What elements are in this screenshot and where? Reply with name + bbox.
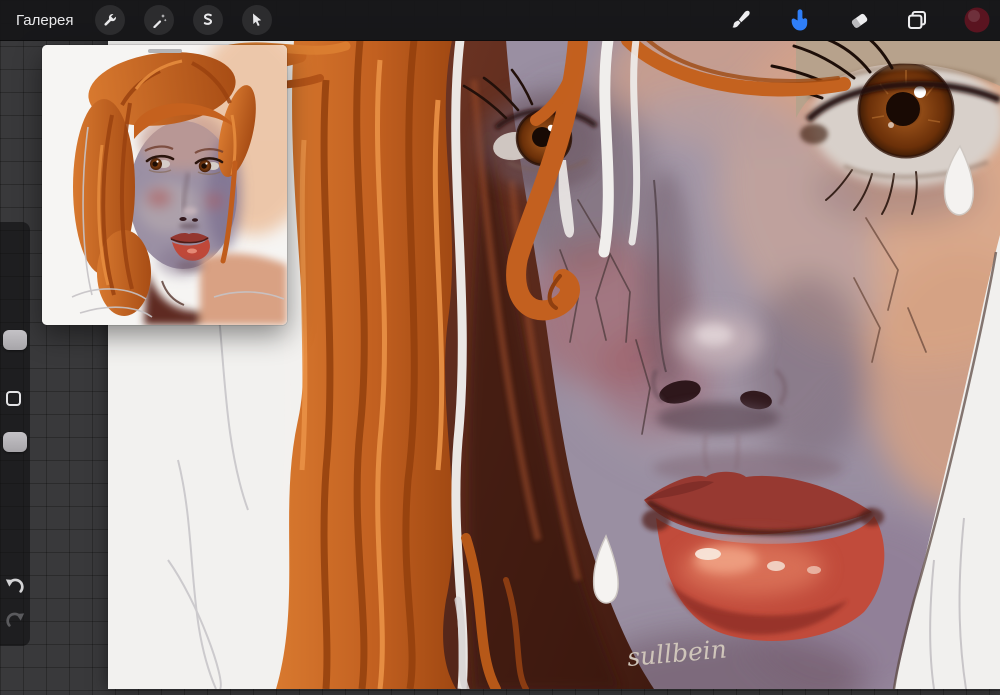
undo-arrow-icon xyxy=(5,578,24,593)
selection-button[interactable] xyxy=(192,5,223,35)
selection-s-icon xyxy=(203,13,212,25)
erase-tool-button[interactable] xyxy=(848,9,870,31)
sidebar[interactable] xyxy=(0,222,30,646)
smudge-tool-button[interactable] xyxy=(788,8,812,32)
layers-icon xyxy=(907,10,927,30)
procreate-workspace: { "topbar": { "gallery_label": "Галерея"… xyxy=(0,0,1000,695)
gallery-button[interactable]: Галерея xyxy=(14,8,76,33)
undo-button[interactable] xyxy=(3,574,27,598)
magic-wand-icon xyxy=(152,14,167,28)
color-swatch-button[interactable] xyxy=(964,7,990,33)
opacity-slider-handle[interactable] xyxy=(3,432,27,452)
adjustments-button[interactable] xyxy=(143,5,174,35)
actions-button[interactable] xyxy=(94,5,125,35)
paint-tools-group xyxy=(730,7,1000,33)
transform-button[interactable] xyxy=(241,5,272,35)
portrait-thumbnail-artwork xyxy=(42,45,287,325)
eraser-icon xyxy=(851,13,868,28)
color-swatch xyxy=(964,7,990,33)
brush-size-slider-handle[interactable] xyxy=(3,330,27,350)
paint-tool-button[interactable] xyxy=(730,9,752,31)
redo-button[interactable] xyxy=(3,608,27,632)
redo-arrow-icon xyxy=(6,612,25,627)
drag-handle[interactable] xyxy=(147,49,182,53)
wrench-icon xyxy=(103,14,116,26)
modify-button[interactable] xyxy=(6,391,21,406)
orange-hair xyxy=(276,40,468,689)
top-toolbar: Галерея xyxy=(0,0,1000,41)
smudge-finger-icon xyxy=(791,9,808,31)
reference-window[interactable] xyxy=(42,45,287,325)
brush-icon xyxy=(732,10,750,28)
layers-button[interactable] xyxy=(906,9,928,31)
transform-arrow-icon xyxy=(252,13,261,26)
